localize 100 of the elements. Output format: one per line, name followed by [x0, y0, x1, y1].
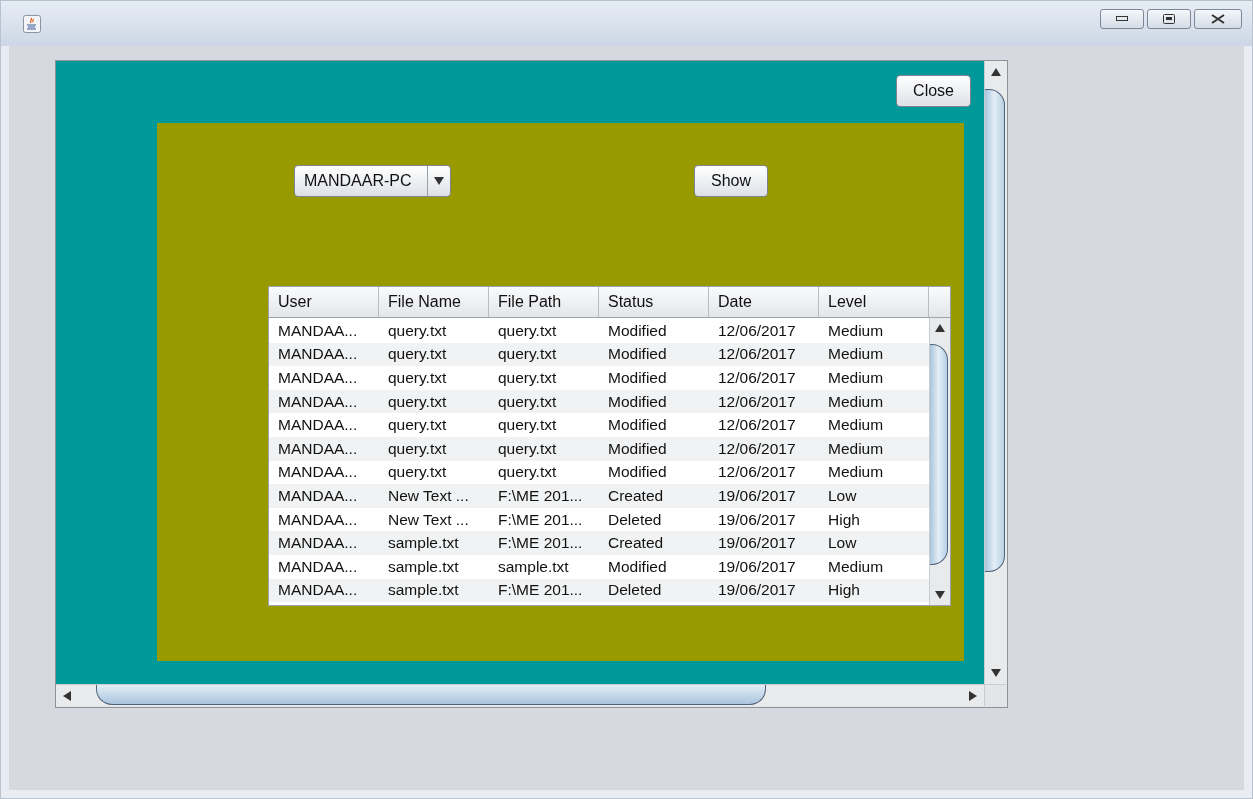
table-cell-text: query.txt — [497, 344, 558, 365]
table-cell-text: Modified — [607, 462, 668, 483]
table-cell-text: MANDAA... — [277, 509, 359, 530]
scroll-down-icon[interactable] — [935, 591, 945, 599]
table-cell-text: 12/06/2017 — [717, 462, 797, 483]
table-cell-text: 19/06/2017 — [717, 485, 797, 506]
table-cell-text: Medium — [827, 438, 885, 459]
table-cell-text: MANDAA... — [277, 320, 359, 341]
scroll-left-icon[interactable] — [63, 690, 71, 701]
table-cell-text: query.txt — [497, 415, 558, 436]
vertical-scrollbar[interactable] — [984, 61, 1007, 684]
table-cell-text: Modified — [607, 415, 668, 436]
table-cell-text: 12/06/2017 — [717, 391, 797, 412]
table-cell-text: Created — [607, 485, 665, 506]
scroll-thumb[interactable] — [930, 344, 948, 565]
table-cell-text: Modified — [607, 368, 668, 388]
table-cell-text: New Text ... — [387, 509, 470, 530]
table-cell-text: Deleted — [607, 580, 663, 601]
table-cell-text: Low — [827, 485, 858, 506]
table-cell-text: Modified — [607, 320, 668, 341]
table-cell-text: 12/06/2017 — [717, 344, 797, 365]
table-cell-text: 12/06/2017 — [717, 368, 797, 388]
table-cell-text: query.txt — [387, 344, 448, 365]
scroll-up-icon[interactable] — [935, 324, 945, 332]
table-cell-text: sample.txt — [497, 556, 570, 577]
column-header[interactable]: Date — [709, 287, 819, 317]
table-cell-text: Modified — [607, 391, 668, 412]
column-header[interactable]: File Path — [489, 287, 599, 317]
table-cell-text: query.txt — [497, 391, 558, 412]
table-cell-text: MANDAA... — [277, 556, 359, 577]
dropdown-arrow-icon[interactable] — [434, 177, 444, 185]
scroll-right-icon[interactable] — [969, 690, 977, 701]
table-cell-text: query.txt — [387, 415, 448, 436]
table-cell-text: F:\ME 201... — [497, 533, 584, 554]
table-cell-text: Modified — [607, 556, 668, 577]
column-header[interactable]: File Name — [379, 287, 489, 317]
scroll-thumb[interactable] — [96, 684, 766, 705]
table-cell-text: query.txt — [387, 368, 448, 388]
table-cell-text: Low — [827, 533, 858, 554]
table-cell-text: query.txt — [387, 320, 448, 341]
table-cell-text: query.txt — [387, 438, 448, 459]
table-cell-text: 19/06/2017 — [717, 509, 797, 530]
table-cell-text: query.txt — [387, 391, 448, 412]
show-button[interactable]: Show — [694, 165, 769, 197]
column-header[interactable]: Status — [599, 287, 709, 317]
table-cell-text: High — [827, 580, 861, 601]
java-cup-icon — [23, 14, 41, 33]
scroll-thumb[interactable] — [985, 89, 1005, 572]
table-cell-text: MANDAA... — [277, 415, 359, 436]
table-cell-text: MANDAA... — [277, 368, 359, 388]
table-cell-text: Medium — [827, 415, 885, 436]
table-cell-text: MANDAA... — [277, 438, 359, 459]
table-cell-text: MANDAA... — [277, 344, 359, 365]
computer-dropdown[interactable]: MANDAAR-PC — [294, 165, 451, 197]
table-cell-text: F:\ME 201... — [497, 485, 584, 506]
table-cell-text: F:\ME 201... — [497, 580, 584, 601]
scroll-up-icon[interactable] — [991, 68, 1001, 76]
table-cell-text: 19/06/2017 — [717, 556, 797, 577]
table-cell-text: 12/06/2017 — [717, 438, 797, 459]
table-cell-text: 12/06/2017 — [717, 320, 797, 341]
close-window-button[interactable] — [1194, 8, 1242, 29]
scroll-down-icon[interactable] — [991, 669, 1001, 677]
table-cell-text: New Text ... — [387, 485, 470, 506]
column-header[interactable]: User — [269, 287, 379, 317]
table-cell-text: Medium — [827, 320, 885, 341]
table-cell-text: MANDAA... — [277, 462, 359, 483]
minimize-icon — [1116, 15, 1128, 22]
table-cell-text: Medium — [827, 368, 885, 388]
table-cell-text: MANDAA... — [277, 533, 359, 554]
maximize-button[interactable] — [1147, 8, 1191, 29]
table-cell-text: F:\ME 201... — [497, 509, 584, 530]
table-cell-text: Modified — [607, 344, 668, 365]
table-cell-text: sample.txt — [387, 580, 460, 601]
table-cell-text: query.txt — [497, 320, 558, 341]
table-cell-text: sample.txt — [387, 556, 460, 577]
table-cell-text: query.txt — [497, 462, 558, 483]
minimize-button[interactable] — [1100, 8, 1144, 29]
horizontal-scrollbar[interactable] — [56, 684, 984, 706]
table-scrollbar[interactable] — [929, 318, 950, 605]
close-icon — [1211, 13, 1225, 24]
table-cell-text: Deleted — [607, 509, 663, 530]
table-cell-text: Modified — [607, 438, 668, 459]
table-cell-text: Created — [607, 533, 665, 554]
table-cell-text: query.txt — [387, 462, 448, 483]
table-cell-text: 12/06/2017 — [717, 415, 797, 436]
table-cell-text: Medium — [827, 462, 885, 483]
table-cell-text: 19/06/2017 — [717, 580, 797, 601]
table-cell-text: Medium — [827, 391, 885, 412]
table-cell-text: Medium — [827, 344, 885, 365]
table-cell-text: MANDAA... — [277, 391, 359, 412]
table-cell-text: query.txt — [497, 368, 558, 388]
table-cell-text: MANDAA... — [277, 580, 359, 601]
close-button[interactable]: Close — [896, 75, 971, 107]
maximize-icon — [1163, 13, 1175, 24]
table-cell-text: MANDAA... — [277, 485, 359, 506]
table-cell-text: Medium — [827, 556, 885, 577]
table-cell-text: 19/06/2017 — [717, 533, 797, 554]
table-cell-text: sample.txt — [387, 533, 460, 554]
table-cell-text: query.txt — [497, 438, 558, 459]
table-cell-text: High — [827, 509, 861, 530]
